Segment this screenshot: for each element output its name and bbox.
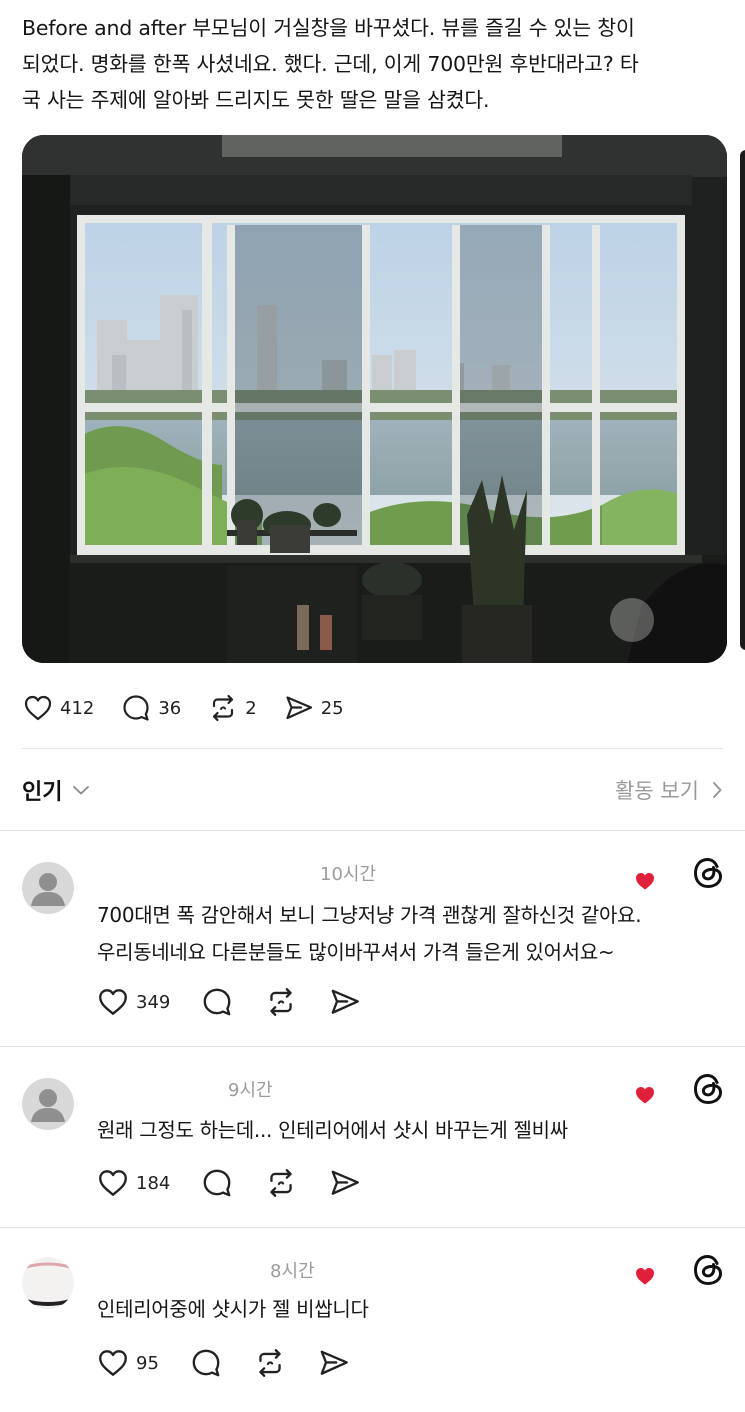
liked-by-author-heart-icon [636,1087,654,1104]
avatar[interactable] [22,1257,74,1309]
comment-actions: 184 [96,1166,392,1200]
reply-button[interactable]: 36 [120,692,181,724]
comment-repost-button[interactable] [253,1346,287,1380]
comment-actions: 349 [96,985,392,1019]
next-photo-edge[interactable] [740,150,745,650]
view-activity-label: 활동 보기 [615,779,699,803]
post-photo[interactable] [22,135,727,663]
comment-line: 원래 그정도 하는데... 인테리어에서 샷시 바꾸는게 젤비싸 [97,1118,568,1142]
comment-share-button[interactable] [328,1166,362,1200]
heart-icon [24,695,52,721]
comment-time: 8시간 [270,1261,315,1282]
share-icon [331,1170,360,1195]
sort-label: 인기 [22,780,63,805]
comment-text: 700대면 폭 감안해서 보니 그냥저냥 가격 괜찮게 잘하신것 같아요. 우리… [97,897,642,971]
avatar-placeholder-icon [31,1089,65,1122]
comment-time: 10시간 [320,864,377,885]
repost-icon [213,694,234,722]
avatar[interactable] [22,862,74,914]
comment-line: 우리동네네요 다른분들도 많이바꾸셔서 가격 들은게 있어서요~ [97,940,615,964]
comment-like-count: 95 [136,1352,159,1374]
repost-icon [259,1349,281,1377]
threads-logo-icon[interactable] [690,1070,728,1108]
divider [22,748,723,749]
post-text-line: Before and after 부모님이 거실창을 바꾸셨다. 뷰를 즐길 수… [22,16,635,40]
repost-button[interactable]: 2 [207,692,257,724]
comment-time: 9시간 [228,1080,273,1101]
living-room-window-photo [22,135,727,663]
post-actions: 412 36 2 25 [22,688,370,728]
post-text-line: 되었다. 명화를 한폭 사셨네요. 했다. 근데, 이게 700만원 후반대라고… [22,52,639,76]
like-count: 412 [60,697,95,719]
comment-actions: 95 [96,1346,381,1380]
heart-icon [99,1350,127,1376]
view-activity-link[interactable]: 활동 보기 [615,775,723,805]
comment-text: 원래 그정도 하는데... 인테리어에서 샷시 바꾸는게 젤비싸 [97,1112,568,1149]
comment-like-button[interactable]: 184 [96,1166,170,1200]
comment-reply-button[interactable] [200,1166,234,1200]
threads-logo-icon[interactable] [690,854,728,892]
reply-icon [123,695,149,721]
comment-line: 700대면 폭 감안해서 보니 그냥저냥 가격 괜찮게 잘하신것 같아요. [97,903,642,927]
sort-dropdown[interactable]: 인기 [22,774,90,806]
share-icon [320,1350,348,1375]
chevron-down-icon [73,786,90,795]
liked-by-author-heart-icon [636,1268,654,1285]
comment-item: 10시간 700대면 폭 감안해서 보니 그냥저냥 가격 괜찮게 잘하신것 같아… [0,830,745,1045]
reply-icon [192,1349,220,1377]
comment-item: 9시간 원래 그정도 하는데... 인테리어에서 샷시 바꾸는게 젤비싸 184 [0,1046,745,1226]
comment-like-button[interactable]: 349 [96,985,170,1019]
avatar[interactable] [22,1078,74,1130]
repost-count: 2 [245,697,257,719]
comment-like-button[interactable]: 95 [96,1346,159,1380]
comment-share-button[interactable] [328,985,362,1019]
comment-like-count: 184 [136,1172,171,1194]
avatar-placeholder-icon [31,873,65,906]
reply-icon [203,1169,231,1197]
share-icon [286,696,312,720]
chevron-right-icon [713,782,722,798]
avatar-image [22,1257,74,1309]
share-icon [331,989,360,1014]
comment-item: 8시간 인테리어중에 샷시가 젤 비쌉니다 95 [0,1227,745,1412]
comment-reply-button[interactable] [189,1346,223,1380]
comment-sort-bar: 인기 활동 보기 [22,770,723,810]
repost-icon [270,1169,293,1197]
repost-icon [270,988,293,1016]
like-button[interactable]: 412 [22,692,94,724]
post-text-line: 국 사는 주제에 알아봐 드리지도 못한 딸은 말을 삼켰다. [22,88,490,112]
comment-reply-button[interactable] [200,985,234,1019]
comment-repost-button[interactable] [264,985,298,1019]
heart-icon [99,989,127,1015]
share-count: 25 [320,697,344,719]
comment-text: 인테리어중에 샷시가 젤 비쌉니다 [97,1291,369,1328]
share-button[interactable]: 25 [283,692,344,724]
threads-logo-icon[interactable] [690,1251,728,1289]
comment-share-button[interactable] [317,1346,351,1380]
liked-by-author-heart-icon [636,873,654,890]
comment-repost-button[interactable] [264,1166,298,1200]
comment-like-count: 349 [136,991,171,1013]
post-text: Before and after 부모님이 거실창을 바꾸셨다. 뷰를 즐길 수… [22,10,727,118]
heart-icon [99,1170,127,1196]
reply-count: 36 [158,697,182,719]
comment-line: 인테리어중에 샷시가 젤 비쌉니다 [97,1297,369,1321]
reply-icon [203,988,231,1016]
